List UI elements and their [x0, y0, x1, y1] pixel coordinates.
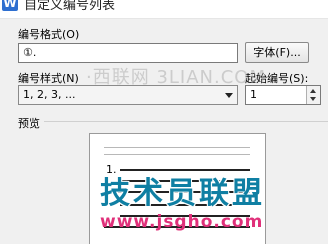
style-label: 编号样式(N): [18, 72, 79, 85]
font-button[interactable]: 字体(F)...: [245, 42, 309, 63]
style-select[interactable]: 1, 2, 3, ...: [18, 85, 238, 105]
window-title: 自定义编号列表: [24, 0, 116, 13]
start-number-label: 起始编号(S):: [245, 72, 309, 85]
format-label: 编号格式(O): [18, 28, 80, 41]
preview-line: [104, 147, 250, 148]
watermark-url: www.jsgho.com: [100, 212, 264, 232]
start-number-spinner[interactable]: 1: [245, 85, 321, 105]
spin-down-icon[interactable]: [310, 97, 316, 101]
spin-up-icon[interactable]: [310, 89, 316, 93]
chevron-down-icon[interactable]: [225, 93, 233, 98]
style-select-value: 1, 2, 3, ...: [23, 88, 76, 101]
preview-label: 预览: [18, 117, 40, 130]
preview-group-divider: [44, 121, 328, 122]
spin-buttons[interactable]: [306, 86, 320, 104]
watermark-brand: 技术员联盟: [100, 176, 265, 211]
wps-writer-icon: W: [2, 0, 18, 11]
preview-line: [104, 154, 250, 155]
format-input[interactable]: ①.: [18, 43, 238, 63]
title-bar: W 自定义编号列表: [0, 0, 328, 19]
start-number-value: 1: [250, 88, 257, 101]
